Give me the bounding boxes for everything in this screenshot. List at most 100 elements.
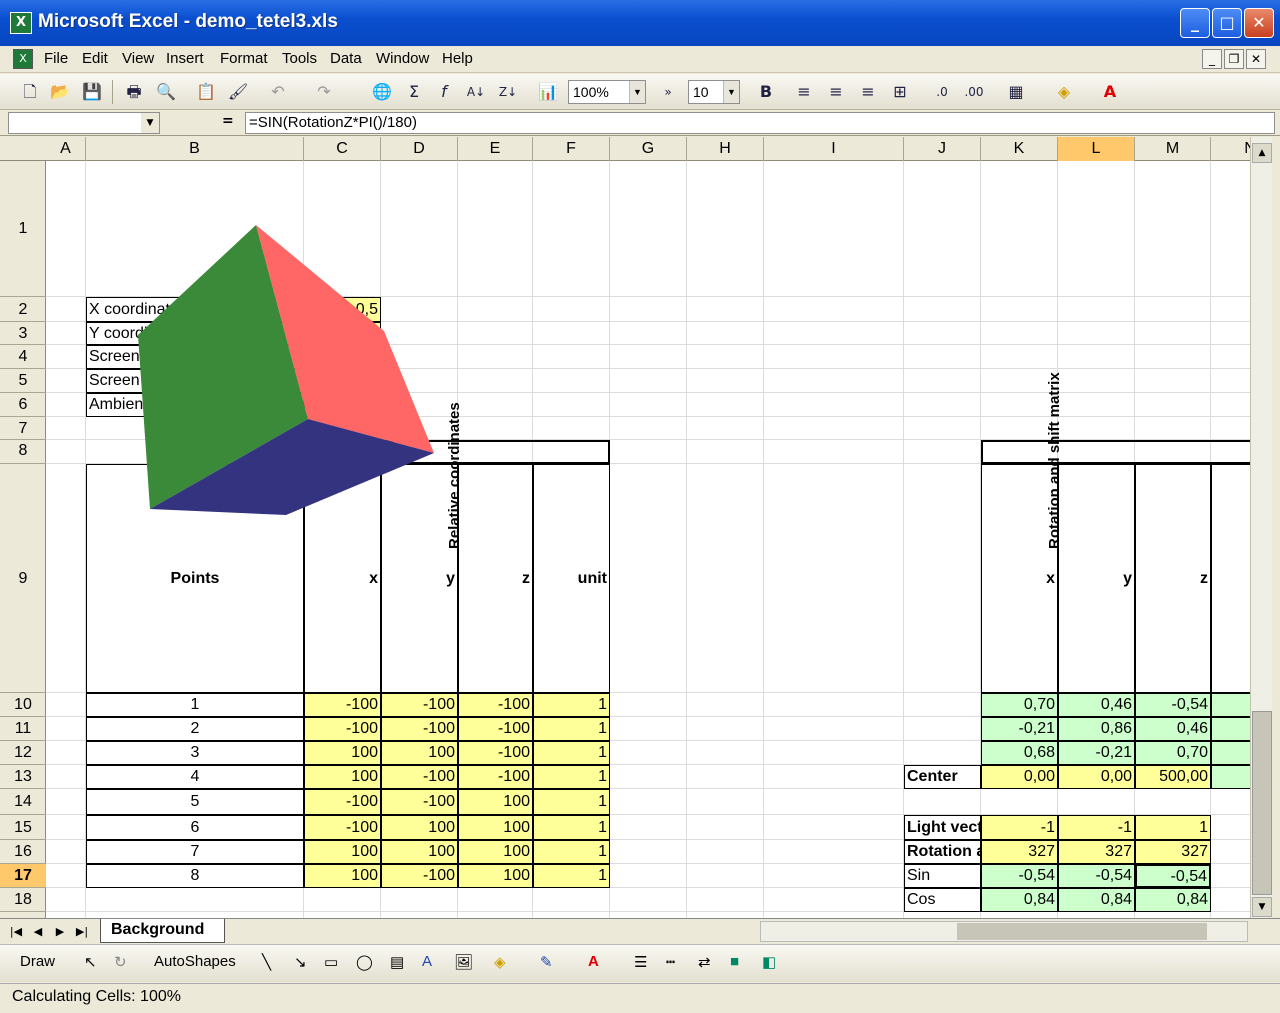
workbook-close-button[interactable]: ✕ <box>1246 49 1266 69</box>
prev-sheet-icon[interactable]: ◀ <box>30 923 46 941</box>
arrow-icon[interactable]: ↘ <box>294 953 307 971</box>
row-header-16[interactable]: 16 <box>0 840 46 864</box>
menu-insert[interactable]: Insert <box>166 50 204 67</box>
column-header-i[interactable]: I <box>764 137 904 161</box>
select-objects-icon[interactable]: ↖ <box>84 953 97 971</box>
shadow-icon[interactable]: ■ <box>730 953 739 970</box>
column-header-n[interactable]: N <box>1211 137 1250 161</box>
format-painter-icon[interactable]: 🖌 <box>226 80 250 104</box>
points-cell[interactable]: 100 <box>304 741 381 765</box>
row-header-6[interactable]: 6 <box>0 393 46 417</box>
font-size-select[interactable]: 10 ▼ <box>688 80 740 104</box>
chevron-down-icon[interactable]: ▼ <box>723 81 739 103</box>
print-icon[interactable]: 🖶 <box>122 80 146 104</box>
row-header-10[interactable]: 10 <box>0 693 46 717</box>
points-cell[interactable]: 8 <box>86 864 304 888</box>
points-cell[interactable]: 100 <box>381 840 458 864</box>
points-cell[interactable]: -100 <box>304 693 381 717</box>
points-cell[interactable]: 100 <box>458 815 533 840</box>
column-header-h[interactable]: H <box>687 137 764 161</box>
column-header-b[interactable]: B <box>86 137 304 161</box>
autoshapes-menu-button[interactable]: AutoShapes <box>154 953 236 970</box>
rotation-label[interactable]: Rotation angle <box>904 840 981 864</box>
next-sheet-icon[interactable]: ▶ <box>52 923 68 941</box>
sin-label[interactable]: Sin <box>904 864 981 888</box>
new-icon[interactable]: 🗋 <box>18 80 42 104</box>
points-cell[interactable]: -100 <box>458 765 533 789</box>
points-cell[interactable]: -100 <box>381 693 458 717</box>
points-cell[interactable]: 1 <box>533 815 610 840</box>
decrease-decimal-icon[interactable]: .00 <box>962 80 986 104</box>
points-cell[interactable]: 1 <box>533 789 610 815</box>
points-cell[interactable]: -100 <box>304 789 381 815</box>
column-header-m[interactable]: M <box>1135 137 1211 161</box>
points-header[interactable]: unit <box>533 464 610 693</box>
toolbar-options-icon[interactable]: » <box>656 80 680 104</box>
center-value[interactable]: 0,00 <box>981 765 1058 789</box>
font-color-icon[interactable]: A <box>588 953 599 970</box>
points-cell[interactable]: 1 <box>533 864 610 888</box>
points-cell[interactable]: 100 <box>381 815 458 840</box>
matrix-cell[interactable]: 0,00 <box>1211 693 1250 717</box>
dash-style-icon[interactable]: ┅ <box>666 953 675 971</box>
line-icon[interactable]: ╲ <box>262 953 271 971</box>
last-sheet-icon[interactable]: ▶| <box>74 923 90 941</box>
scroll-up-icon[interactable]: ▲ <box>1252 143 1272 163</box>
points-cell[interactable]: 1 <box>533 840 610 864</box>
row-header-7[interactable]: 7 <box>0 417 46 440</box>
row-header-9[interactable]: 9 <box>0 464 46 693</box>
menu-format[interactable]: Format <box>220 50 268 67</box>
points-cell[interactable]: 1 <box>86 693 304 717</box>
wordart-icon[interactable]: A <box>422 953 432 970</box>
3d-icon[interactable]: ◧ <box>762 953 776 971</box>
points-cell[interactable]: -100 <box>381 864 458 888</box>
workbook-minimize-button[interactable]: _ <box>1202 49 1222 69</box>
row-header-18[interactable]: 18 <box>0 888 46 912</box>
horizontal-scrollbar[interactable] <box>760 921 1248 942</box>
line-color-icon[interactable]: ✎ <box>540 953 553 971</box>
light-label[interactable]: Light vector <box>904 815 981 840</box>
oval-icon[interactable]: ◯ <box>356 953 373 971</box>
center-value[interactable]: 0,00 <box>1058 765 1135 789</box>
zoom-select[interactable]: 100% ▼ <box>568 80 646 104</box>
formula-input[interactable]: =SIN(RotationZ*PI()/180) <box>245 112 1275 134</box>
matrix-cell[interactable]: 0,68 <box>981 741 1058 765</box>
menu-view[interactable]: View <box>122 50 154 67</box>
column-header-c[interactable]: C <box>304 137 381 161</box>
points-cell[interactable]: 100 <box>458 840 533 864</box>
row-header-8[interactable]: 8 <box>0 440 46 464</box>
sheet-tab-background[interactable]: Background <box>100 919 225 943</box>
row-header-13[interactable]: 13 <box>0 765 46 789</box>
row-header-12[interactable]: 12 <box>0 741 46 765</box>
row-header-4[interactable]: 4 <box>0 345 46 369</box>
menu-edit[interactable]: Edit <box>82 50 108 67</box>
points-cell[interactable]: 1 <box>533 741 610 765</box>
worksheet-grid[interactable]: ABCDEFGHIJKLMN 1234567891011121314151617… <box>0 137 1250 918</box>
points-cell[interactable]: -100 <box>458 741 533 765</box>
menu-file[interactable]: File <box>44 50 68 67</box>
merge-center-icon[interactable]: ⊞ <box>888 80 912 104</box>
row-header-11[interactable]: 11 <box>0 717 46 741</box>
menu-help[interactable]: Help <box>442 50 473 67</box>
cube-drawing[interactable] <box>136 225 436 517</box>
menu-tools[interactable]: Tools <box>282 50 317 67</box>
sort-ascending-icon[interactable]: A↓ <box>464 80 488 104</box>
maximize-button[interactable]: □ <box>1212 8 1242 38</box>
light-value[interactable]: -1 <box>981 815 1058 840</box>
free-rotate-icon[interactable]: ↻ <box>114 953 127 971</box>
points-cell[interactable]: 100 <box>304 840 381 864</box>
points-header[interactable]: z <box>458 464 533 693</box>
row-header-1[interactable]: 1 <box>0 161 46 297</box>
rectangle-icon[interactable]: ▭ <box>324 953 338 971</box>
paste-icon[interactable]: 📋 <box>194 80 218 104</box>
column-header-k[interactable]: K <box>981 137 1058 161</box>
matrix-header[interactable]: y <box>1058 464 1135 693</box>
center-value[interactable]: 500,00 <box>1135 765 1211 789</box>
row-header-3[interactable]: 3 <box>0 322 46 345</box>
points-cell[interactable]: -100 <box>458 717 533 741</box>
sort-descending-icon[interactable]: Z↓ <box>496 80 520 104</box>
close-button[interactable]: ✕ <box>1244 8 1274 38</box>
matrix-cell[interactable]: 0,70 <box>1135 741 1211 765</box>
sin-value[interactable]: -0,54 <box>981 864 1058 888</box>
points-cell[interactable]: 100 <box>381 741 458 765</box>
